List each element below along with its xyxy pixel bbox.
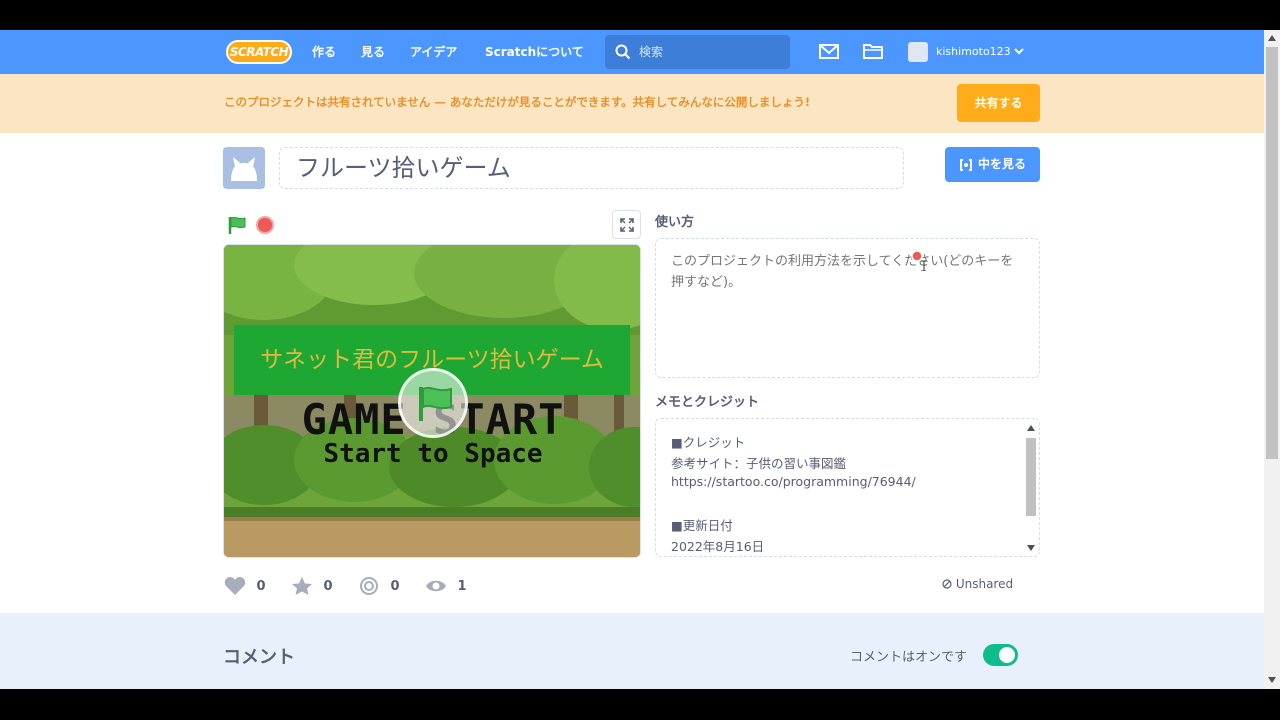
- notes-line: 参考サイト：子供の習い事図鑑: [671, 456, 847, 471]
- views-stat: 1: [425, 576, 467, 596]
- see-inside-label: 中を見る: [978, 157, 1027, 171]
- page-scrollbar[interactable]: [1264, 30, 1280, 689]
- notes-line: 2022年8月16日: [671, 539, 765, 554]
- love-stat[interactable]: 0: [224, 576, 266, 596]
- user-avatar[interactable]: [908, 42, 928, 62]
- green-flag-icon: [419, 386, 452, 421]
- page-scroll-thumb[interactable]: [1266, 47, 1278, 459]
- username[interactable]: kishimoto123: [936, 30, 1011, 74]
- comments-section: コメント コメントはオンです: [0, 613, 1264, 689]
- my-stuff-folder-icon[interactable]: [863, 42, 883, 60]
- notes-label: メモとクレジット: [655, 395, 760, 410]
- nav-explore[interactable]: 見る: [361, 30, 385, 74]
- instructions-textarea[interactable]: [655, 238, 1040, 378]
- share-status: Unshared: [942, 577, 1013, 591]
- comments-status: コメントはオンです: [850, 650, 968, 665]
- share-button[interactable]: 共有する: [957, 84, 1040, 122]
- eye-icon: [426, 580, 446, 592]
- comments-title: コメント: [223, 647, 295, 668]
- nav-create[interactable]: 作る: [312, 30, 336, 74]
- project-author-avatar[interactable]: [223, 147, 265, 189]
- bottom-letterbox: [0, 689, 1280, 720]
- notes-textarea[interactable]: ■クレジット 参考サイト：子供の習い事図鑑 https://startoo.co…: [655, 418, 1040, 557]
- remix-count: 0: [390, 578, 400, 594]
- navbar: SCRATCH 作る 見る アイデア Scratchについて kishimoto…: [0, 30, 1264, 74]
- unshared-icon: [942, 579, 952, 589]
- favorite-stat[interactable]: 0: [291, 576, 333, 596]
- start-overlay-button[interactable]: [398, 368, 468, 438]
- share-status-text: Unshared: [955, 577, 1014, 591]
- chevron-down-icon[interactable]: [1014, 47, 1024, 55]
- toggle-knob: [999, 647, 1015, 663]
- search-icon: [615, 44, 631, 60]
- project-stage[interactable]: サネット君のフルーツ拾いゲーム GAME START Start to Spac…: [223, 244, 641, 558]
- browser-viewport: SCRATCH 作る 見る アイデア Scratchについて kishimoto…: [0, 30, 1280, 689]
- green-flag-icon[interactable]: [227, 215, 247, 235]
- heart-icon: [224, 577, 246, 595]
- comments-toggle[interactable]: [983, 644, 1018, 666]
- start-to-space-text: Start to Space: [323, 439, 543, 469]
- search-input[interactable]: [639, 35, 784, 69]
- views-count: 1: [457, 578, 467, 594]
- favorite-count: 0: [323, 578, 333, 594]
- see-inside-icon: [960, 159, 972, 171]
- notes-line: ■更新日付: [671, 518, 733, 533]
- not-shared-banner: このプロジェクトは共有されていません — あなただけが見ることができます。共有し…: [0, 74, 1264, 133]
- scroll-up-icon[interactable]: [1027, 425, 1035, 431]
- banner-text: このプロジェクトは共有されていません — あなただけが見ることができます。共有し…: [224, 95, 811, 109]
- star-icon: [292, 577, 312, 595]
- remix-icon: [360, 577, 378, 595]
- scroll-down-icon[interactable]: [1268, 677, 1276, 683]
- stop-sign-icon[interactable]: [256, 216, 274, 234]
- scroll-down-icon[interactable]: [1027, 545, 1035, 551]
- see-inside-button[interactable]: 中を見る: [945, 147, 1040, 182]
- love-count: 0: [256, 578, 266, 594]
- search-box: [605, 35, 790, 69]
- messages-icon[interactable]: [819, 43, 839, 61]
- scroll-up-icon[interactable]: [1268, 35, 1276, 41]
- scratch-logo[interactable]: SCRATCH: [226, 40, 292, 64]
- notes-line: https://startoo.co/programming/76944/: [671, 474, 916, 489]
- notes-scrollbar[interactable]: [1025, 422, 1037, 554]
- notes-scroll-thumb[interactable]: [1026, 438, 1036, 516]
- remix-stat: 0: [358, 576, 400, 596]
- project-title-input[interactable]: フルーツ拾いゲーム: [279, 147, 904, 189]
- nav-about[interactable]: Scratchについて: [485, 30, 584, 74]
- top-letterbox: [0, 0, 1280, 30]
- instructions-label: 使い方: [655, 215, 695, 230]
- text-cursor-icon: [911, 250, 926, 271]
- fullscreen-icon: [620, 218, 634, 232]
- fullscreen-button[interactable]: [612, 210, 641, 239]
- notes-line: ■クレジット: [671, 435, 746, 450]
- nav-ideas[interactable]: アイデア: [410, 30, 457, 74]
- cat-avatar-icon: [223, 147, 265, 189]
